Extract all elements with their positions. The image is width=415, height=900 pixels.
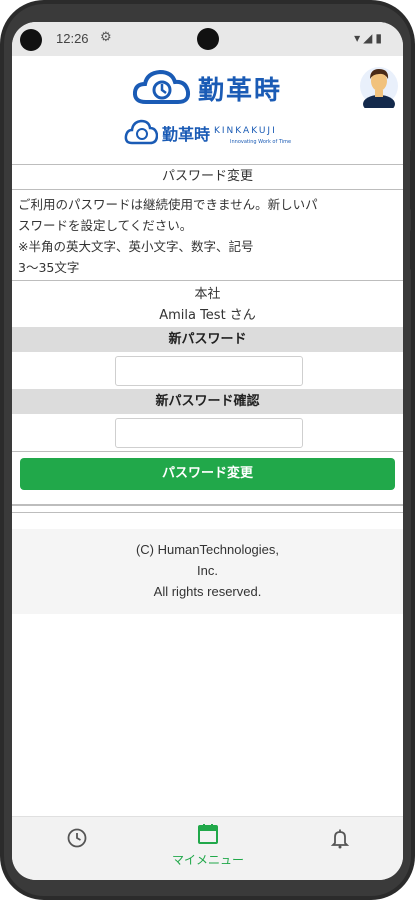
notice-line: ご利用のパスワードは継続使用できません。新しいパ (18, 197, 318, 212)
battery-icon: ▮ (375, 31, 385, 45)
power-button (410, 230, 415, 270)
copyright-line: (C) HumanTechnologies, (135, 542, 280, 557)
new-password-input[interactable] (115, 356, 303, 386)
volume-button (410, 150, 415, 210)
confirm-password-input[interactable] (115, 418, 303, 448)
main-content: パスワード変更 ご利用のパスワードは継続使用できません。新しいパ スワードを設定… (12, 164, 403, 614)
confirm-password-row (12, 414, 403, 451)
sub-logo-en: KINKAKUJI (214, 126, 277, 136)
password-notice: ご利用のパスワードは継続使用できません。新しいパ スワードを設定してください。 … (12, 190, 403, 280)
nav-item-notifications[interactable] (290, 827, 390, 853)
user-name: Amila Test さん (159, 308, 256, 323)
status-bar: 12:26 ⚙ ▾◢▮ (12, 22, 403, 56)
divider (12, 504, 403, 506)
copyright-line: Inc. (197, 563, 218, 578)
bottom-nav: マイメニュー (12, 816, 403, 880)
user-info: 本社 Amila Test さん (12, 281, 403, 327)
sub-logo-jp: 勤革時 (162, 125, 211, 144)
front-camera (197, 28, 219, 50)
app-header: 勤革時 勤革時 KINKAKUJI Innovating Work of Tim… (12, 56, 403, 164)
nav-label-my-menu: マイメニュー (171, 853, 244, 867)
settings-icon: ⚙ (100, 30, 112, 45)
cloud-clock-small-icon (124, 119, 158, 145)
change-password-button[interactable]: パスワード変更 (20, 458, 395, 490)
status-icons: ▾◢▮ (354, 31, 385, 45)
phone-frame: 12:26 ⚙ ▾◢▮ 勤革時 勤革時 KINKAKUJI Innovating… (0, 0, 415, 900)
clock-icon (67, 828, 87, 848)
confirm-password-label: 新パスワード確認 (12, 389, 403, 414)
notice-line: スワードを設定してください。 (18, 218, 193, 233)
bell-icon (330, 829, 350, 849)
company-name: 本社 (194, 287, 221, 302)
copyright-footer: (C) HumanTechnologies, Inc. All rights r… (12, 529, 403, 614)
signal-icon: ◢ (363, 31, 376, 45)
divider (12, 512, 403, 513)
wifi-icon: ▾ (354, 31, 364, 45)
nav-item-my-menu[interactable]: マイメニュー (158, 823, 258, 868)
notice-line: 3〜35文字 (18, 260, 80, 275)
notice-line: ※半角の英大文字、英小文字、数字、記号 (18, 239, 254, 254)
status-time: 12:26 (56, 31, 89, 46)
sub-logo: 勤革時 KINKAKUJI Innovating Work of Time (124, 118, 304, 150)
camera-cutout-left (20, 29, 42, 51)
page-title: パスワード変更 (161, 169, 253, 184)
app-logo[interactable]: 勤革時 (132, 68, 282, 108)
new-password-row (12, 352, 403, 389)
copyright-line: All rights reserved. (153, 584, 262, 599)
app-screen: 12:26 ⚙ ▾◢▮ 勤革時 勤革時 KINKAKUJI Innovating… (12, 22, 403, 880)
brand-title: 勤革時 (198, 76, 283, 106)
calendar-icon (198, 824, 218, 844)
nav-item-time[interactable] (27, 827, 127, 853)
new-password-label: 新パスワード (12, 327, 403, 352)
avatar[interactable] (360, 64, 398, 108)
divider (12, 451, 403, 452)
sub-logo-tagline: Innovating Work of Time (230, 139, 292, 145)
cloud-clock-icon (132, 69, 191, 104)
